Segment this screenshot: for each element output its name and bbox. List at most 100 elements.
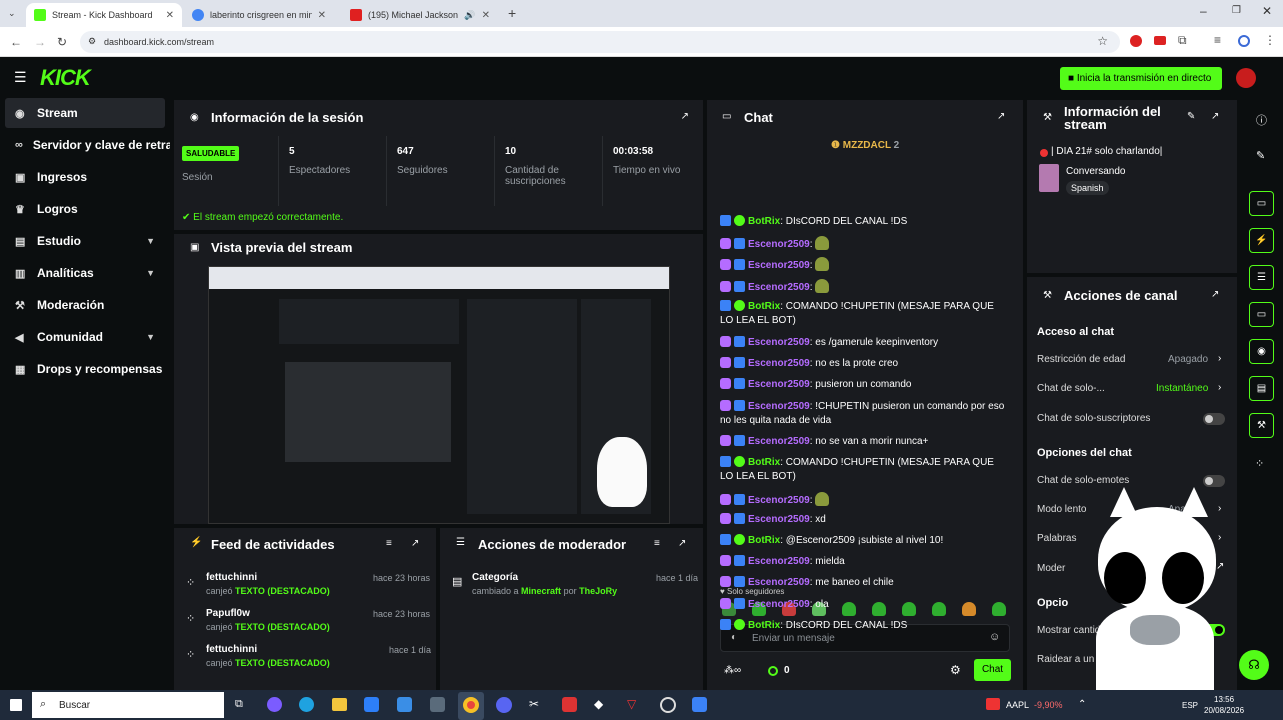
app-icon[interactable]: ◆ xyxy=(594,697,603,711)
new-tab-icon[interactable]: + xyxy=(508,5,516,21)
chat-username[interactable]: Escenor2509 xyxy=(748,239,810,250)
rail-session-button[interactable]: ▭ xyxy=(1249,191,1274,216)
recorder-icon[interactable] xyxy=(562,697,577,712)
chat-users-icon[interactable]: ⁂∞ xyxy=(724,665,741,676)
sidebar-item-stream[interactable]: ◉ Stream xyxy=(5,98,165,128)
chat-username[interactable]: Escenor2509 xyxy=(748,337,810,348)
support-button[interactable]: ☊ xyxy=(1239,650,1269,680)
stock-widget-icon[interactable] xyxy=(986,698,1000,710)
tab-kick-dashboard[interactable]: Stream - Kick Dashboard ✕ xyxy=(26,3,182,27)
app-icon[interactable] xyxy=(430,697,445,712)
feed-user[interactable]: fettuchinni xyxy=(206,572,257,583)
filter-icon[interactable]: ≡ xyxy=(654,538,660,549)
sidebar-item-moderation[interactable]: ⚒ Moderación xyxy=(5,290,165,320)
site-info-icon[interactable]: ⚙ xyxy=(88,36,96,47)
chat-username[interactable]: BotRix xyxy=(748,620,780,631)
chat-username[interactable]: BotRix xyxy=(748,457,780,468)
filter-icon[interactable]: ≡ xyxy=(386,538,392,549)
edge-icon[interactable] xyxy=(299,697,314,712)
capcut-icon[interactable]: ✂ xyxy=(529,697,539,711)
url-input[interactable]: ⚙ dashboard.kick.com/stream ☆ xyxy=(80,31,1120,53)
chat-emoji-picker-icon[interactable]: ◐ xyxy=(731,632,737,643)
reload-icon[interactable]: ↻ xyxy=(57,35,67,49)
popout-icon[interactable]: ↗ xyxy=(681,111,689,122)
chat-username[interactable]: BotRix xyxy=(748,301,780,312)
rail-chat-button[interactable]: ▭ xyxy=(1249,302,1274,327)
menu-dots-icon[interactable]: ⋮ xyxy=(1264,33,1276,47)
back-icon[interactable]: ← xyxy=(10,35,22,49)
language-indicator[interactable]: ESP xyxy=(1182,701,1198,710)
chat-username[interactable]: Escenor2509 xyxy=(748,514,810,525)
sidebar-item-server-key[interactable]: ∞ Servidor y clave de retran xyxy=(5,130,170,160)
rail-activity-button[interactable]: ⚡ xyxy=(1249,228,1274,253)
file-explorer-icon[interactable] xyxy=(332,698,347,711)
rail-streaminfo-button[interactable]: ▤ xyxy=(1249,376,1274,401)
chat-username[interactable]: Escenor2509 xyxy=(748,599,810,610)
rail-modlog-button[interactable]: ☰ xyxy=(1249,265,1274,290)
popout-icon[interactable]: ↗ xyxy=(411,538,419,549)
tray-chevron-icon[interactable]: ⌃ xyxy=(1078,699,1086,710)
subs-only-toggle[interactable] xyxy=(1203,413,1225,425)
audio-icon[interactable]: 🔊 xyxy=(464,10,475,21)
clock-date[interactable]: 20/08/2026 xyxy=(1204,706,1244,715)
mail-icon[interactable] xyxy=(397,697,412,712)
category-name[interactable]: Conversando xyxy=(1066,166,1125,177)
maximize-icon[interactable]: ❐ xyxy=(1232,5,1241,16)
popout-icon[interactable]: ↗ xyxy=(678,538,686,549)
puzzle-icon[interactable]: ⧉ xyxy=(1178,33,1187,48)
task-view-icon[interactable]: ⧉ xyxy=(235,698,243,711)
chat-username[interactable]: Escenor2509 xyxy=(748,282,810,293)
close-tab-icon[interactable]: ✕ xyxy=(318,10,326,21)
tab-youtube[interactable]: (195) Michael Jackson's Fin 🔊 ✕ xyxy=(342,3,498,27)
rail-preview-button[interactable]: ◉ xyxy=(1249,339,1274,364)
bookmark-star-icon[interactable]: ☆ xyxy=(1097,34,1108,48)
popout-icon[interactable]: ↗ xyxy=(997,111,1005,122)
obs-icon[interactable] xyxy=(660,697,676,713)
tab-search-icon[interactable]: ⌄ xyxy=(8,8,16,19)
chat-settings-icon[interactable]: ⚙ xyxy=(950,663,961,677)
close-tab-icon[interactable]: ✕ xyxy=(482,10,490,21)
chat-username[interactable]: Escenor2509 xyxy=(748,495,810,506)
chat-username[interactable]: Escenor2509 xyxy=(748,379,810,390)
chat-username[interactable]: BotRix xyxy=(748,535,780,546)
stock-ticker[interactable]: AAPL xyxy=(1006,700,1029,710)
kick-logo[interactable]: KICK xyxy=(40,65,91,91)
sidebar-item-drops[interactable]: ▦ Drops y recompensas xyxy=(5,354,165,384)
chat-username[interactable]: Escenor2509 xyxy=(748,358,810,369)
windows-start-icon[interactable] xyxy=(10,699,22,711)
chat-username[interactable]: Escenor2509 xyxy=(748,260,810,271)
store-icon[interactable] xyxy=(364,697,379,712)
tab-google-search[interactable]: laberinto crisgreen en minecraf ✕ xyxy=(184,3,334,27)
profile-icon[interactable] xyxy=(1238,35,1250,47)
send-chat-button[interactable]: Chat xyxy=(974,659,1011,681)
sidebar-item-income[interactable]: ▣ Ingresos xyxy=(5,162,165,192)
sidebar-item-studio[interactable]: ▤ Estudio ▼ xyxy=(5,226,165,256)
emotes-only-toggle[interactable] xyxy=(1203,475,1225,487)
app-icon[interactable]: ▽ xyxy=(627,697,636,711)
feed-user[interactable]: fettuchinni xyxy=(206,644,257,655)
chat-username[interactable]: Escenor2509 xyxy=(748,401,810,412)
clock-time[interactable]: 13:56 xyxy=(1214,695,1234,704)
feed-user[interactable]: Papufl0w xyxy=(206,608,250,619)
close-window-icon[interactable]: ✕ xyxy=(1262,4,1272,18)
sidebar-item-achievements[interactable]: ♛ Logros xyxy=(5,194,165,224)
chat-username[interactable]: Escenor2509 xyxy=(748,436,810,447)
stream-preview-video[interactable] xyxy=(208,266,670,524)
media-icon[interactable]: ≡ xyxy=(1214,33,1221,47)
chevron-right-icon[interactable]: › xyxy=(1218,353,1221,364)
sidebar-item-community[interactable]: ◀ Comunidad ▼ xyxy=(5,322,165,352)
discord-icon[interactable] xyxy=(496,697,512,713)
close-tab-icon[interactable]: ✕ xyxy=(166,10,174,21)
edit-icon[interactable]: ✎ xyxy=(1256,149,1265,162)
chat-username[interactable]: Escenor2509 xyxy=(748,577,810,588)
sidebar-item-analytics[interactable]: ▥ Analíticas ▼ xyxy=(5,258,165,288)
minimize-icon[interactable]: – xyxy=(1200,4,1207,18)
rail-actions-button[interactable]: ⚒ xyxy=(1249,413,1274,438)
chat-username[interactable]: Escenor2509 xyxy=(748,556,810,567)
popout-icon[interactable]: ↗ xyxy=(1211,111,1219,122)
extension-icon[interactable] xyxy=(1130,35,1142,47)
user-avatar[interactable] xyxy=(1236,68,1256,88)
category-thumbnail[interactable] xyxy=(1039,164,1059,192)
info-icon[interactable]: ⓘ xyxy=(1256,112,1267,128)
app-icon[interactable] xyxy=(692,697,707,712)
